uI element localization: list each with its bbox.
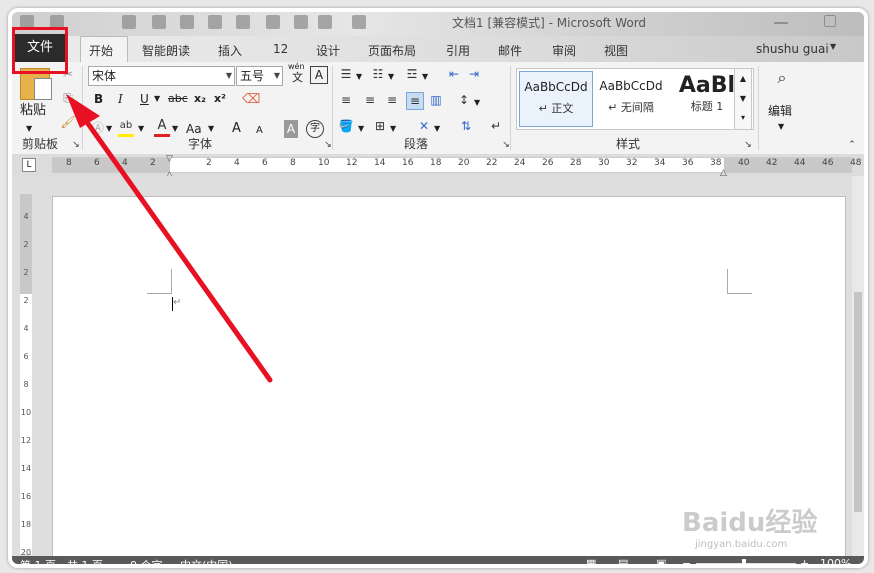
annotation-arrow xyxy=(66,94,273,383)
